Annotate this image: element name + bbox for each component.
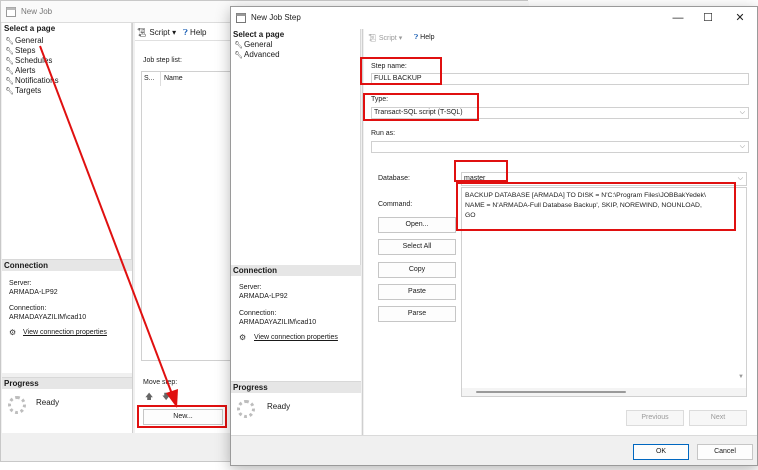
arrow-line (39, 45, 173, 395)
arrow-head-icon (166, 389, 178, 408)
annotation-arrow (39, 45, 178, 408)
